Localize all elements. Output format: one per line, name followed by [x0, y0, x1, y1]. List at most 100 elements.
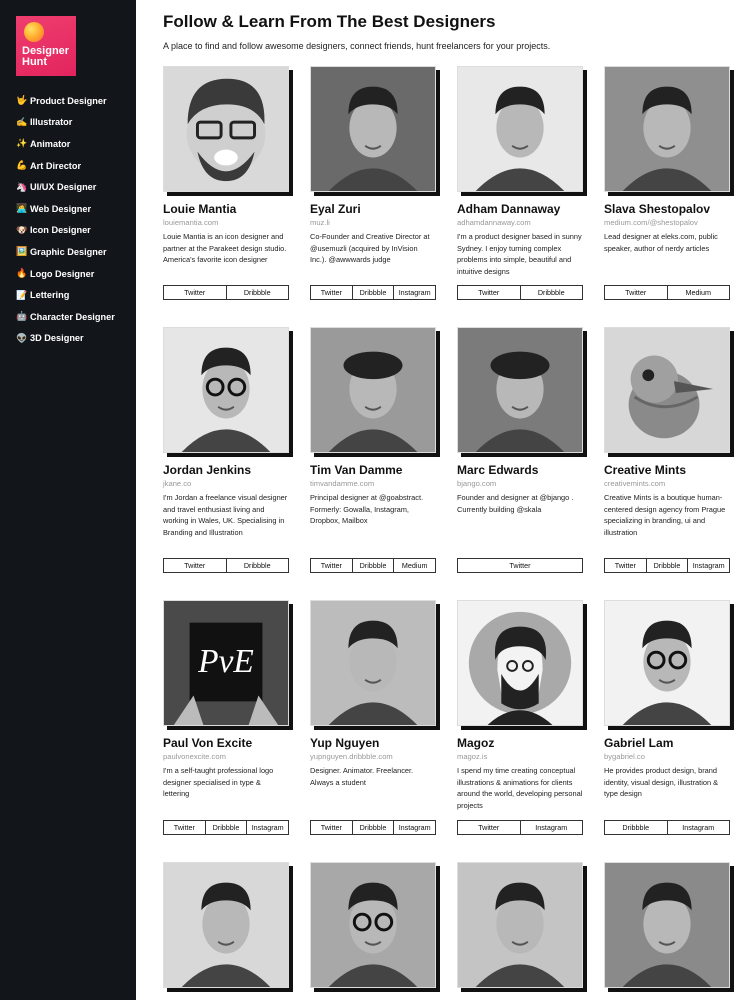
designer-website[interactable]: creativemints.com: [604, 479, 730, 488]
dribbble-link[interactable]: Dribbble: [204, 821, 247, 834]
sidebar-item-icon-designer[interactable]: 🐶 Icon Designer: [0, 220, 136, 242]
social-links: Twitter Dribbble Instagram: [604, 558, 730, 573]
twitter-link[interactable]: Twitter: [164, 821, 205, 834]
designer-photo[interactable]: [310, 327, 436, 453]
dribbble-link[interactable]: Dribbble: [645, 559, 688, 572]
instagram-link[interactable]: Instagram: [687, 559, 729, 572]
sidebar-item-web-designer[interactable]: 👩‍💻 Web Designer: [0, 198, 136, 220]
picture-icon: 🖼️: [16, 246, 28, 257]
sidebar-item-ui-ux-designer[interactable]: 🦄 UI/UX Designer: [0, 176, 136, 198]
twitter-link[interactable]: Twitter: [458, 286, 520, 299]
designer-name[interactable]: Creative Mints: [604, 463, 730, 477]
designer-photo[interactable]: [310, 862, 436, 988]
designer-website[interactable]: muz.li: [310, 218, 436, 227]
designer-photo[interactable]: [604, 600, 730, 726]
twitter-link[interactable]: Twitter: [164, 286, 226, 299]
sidebar-item-label: UI/UX Designer: [30, 182, 97, 193]
designer-website[interactable]: medium.com/@shestopalov: [604, 218, 730, 227]
designer-name[interactable]: Jordan Jenkins: [163, 463, 289, 477]
designer-photo[interactable]: [310, 66, 436, 192]
designer-website[interactable]: jkane.co: [163, 479, 289, 488]
social-links: Twitter Dribbble: [457, 285, 583, 300]
designer-name[interactable]: Gabriel Lam: [604, 736, 730, 750]
sidebar-item-product-designer[interactable]: 🤟 Product Designer: [0, 90, 136, 112]
twitter-link[interactable]: Twitter: [458, 821, 520, 834]
designer-card: Magoz magoz.is I spend my time creating co…: [457, 600, 587, 835]
sidebar-item-art-director[interactable]: 💪 Art Director: [0, 155, 136, 177]
instagram-link[interactable]: Instagram: [393, 286, 435, 299]
instagram-link[interactable]: Instagram: [519, 821, 583, 834]
dribbble-link[interactable]: Dribbble: [225, 286, 289, 299]
dribbble-link[interactable]: Dribbble: [519, 286, 583, 299]
designer-photo[interactable]: [604, 66, 730, 192]
designer-name[interactable]: Yup Nguyen: [310, 736, 436, 750]
twitter-link[interactable]: Twitter: [458, 559, 582, 572]
designer-photo[interactable]: [163, 862, 289, 988]
designer-website[interactable]: bygabriel.co: [604, 752, 730, 761]
sidebar-item-3d-designer[interactable]: 👽 3D Designer: [0, 328, 136, 350]
instagram-link[interactable]: Instagram: [393, 821, 435, 834]
alien-icon: 👽: [16, 332, 28, 343]
designer-card: [310, 862, 440, 1000]
designer-name[interactable]: Paul Von Excite: [163, 736, 289, 750]
sidebar-item-graphic-designer[interactable]: 🖼️ Graphic Designer: [0, 241, 136, 263]
dribbble-link[interactable]: Dribbble: [351, 821, 394, 834]
designer-name[interactable]: Magoz: [457, 736, 583, 750]
sidebar-item-logo-designer[interactable]: 🔥 Logo Designer: [0, 263, 136, 285]
designer-photo[interactable]: [604, 862, 730, 988]
twitter-link[interactable]: Twitter: [311, 286, 352, 299]
designer-website[interactable]: paulvonexcite.com: [163, 752, 289, 761]
designer-name[interactable]: Marc Edwards: [457, 463, 583, 477]
designer-website[interactable]: timvandamme.com: [310, 479, 436, 488]
twitter-link[interactable]: Twitter: [311, 559, 352, 572]
designer-hunt-logo[interactable]: Designer Hunt: [16, 16, 76, 76]
sidebar-item-character-designer[interactable]: 🤖 Character Designer: [0, 306, 136, 328]
twitter-link[interactable]: Twitter: [605, 559, 646, 572]
designer-photo[interactable]: PvE: [163, 600, 289, 726]
designer-website[interactable]: bjango.com: [457, 479, 583, 488]
sidebar-item-label: Graphic Designer: [30, 246, 107, 257]
designer-name[interactable]: Louie Mantia: [163, 202, 289, 216]
designer-name[interactable]: Slava Shestopalov: [604, 202, 730, 216]
designer-photo[interactable]: [604, 327, 730, 453]
writing-hand-icon: ✍️: [16, 116, 28, 127]
designer-website[interactable]: yupnguyen.dribbble.com: [310, 752, 436, 761]
dribbble-link[interactable]: Dribbble: [351, 286, 394, 299]
sidebar-item-animator[interactable]: ✨ Animator: [0, 133, 136, 155]
sidebar-item-label: Art Director: [30, 160, 82, 171]
sidebar-item-label: Product Designer: [30, 95, 107, 106]
twitter-link[interactable]: Twitter: [605, 286, 667, 299]
designer-photo[interactable]: [457, 600, 583, 726]
medium-link[interactable]: Medium: [393, 559, 435, 572]
medium-link[interactable]: Medium: [666, 286, 730, 299]
sidebar-item-lettering[interactable]: 📝 Lettering: [0, 284, 136, 306]
page-subtitle: A place to find and follow awesome desig…: [163, 41, 551, 51]
muscle-icon: 💪: [16, 160, 28, 171]
designer-photo[interactable]: [457, 862, 583, 988]
designer-card: Yup Nguyen yupnguyen.dribbble.com Designer…: [310, 600, 440, 835]
designer-description: Creative Mints is a boutique human-cente…: [604, 493, 726, 537]
designer-name[interactable]: Adham Dannaway: [457, 202, 583, 216]
designer-card: [163, 862, 293, 1000]
designer-photo[interactable]: [163, 66, 289, 192]
designer-name[interactable]: Tim Van Damme: [310, 463, 436, 477]
dribbble-link[interactable]: Dribbble: [225, 559, 289, 572]
designer-photo[interactable]: [457, 66, 583, 192]
instagram-link[interactable]: Instagram: [666, 821, 730, 834]
twitter-link[interactable]: Twitter: [311, 821, 352, 834]
designer-photo[interactable]: [310, 600, 436, 726]
designer-name[interactable]: Eyal Zuri: [310, 202, 436, 216]
designer-photo[interactable]: [163, 327, 289, 453]
designer-website[interactable]: louiemantia.com: [163, 218, 289, 227]
sidebar-item-illustrator[interactable]: ✍️ Illustrator: [0, 112, 136, 134]
designer-website[interactable]: adhamdannaway.com: [457, 218, 583, 227]
designer-photo-wrap: [310, 327, 440, 457]
designer-card: Slava Shestopalov medium.com/@shestopalov…: [604, 66, 734, 300]
dribbble-link[interactable]: Dribbble: [351, 559, 394, 572]
twitter-link[interactable]: Twitter: [164, 559, 226, 572]
dribbble-link[interactable]: Dribbble: [605, 821, 667, 834]
designer-description: He provides product design, brand identi…: [604, 766, 719, 799]
instagram-link[interactable]: Instagram: [246, 821, 288, 834]
designer-photo[interactable]: [457, 327, 583, 453]
designer-website[interactable]: magoz.is: [457, 752, 583, 761]
